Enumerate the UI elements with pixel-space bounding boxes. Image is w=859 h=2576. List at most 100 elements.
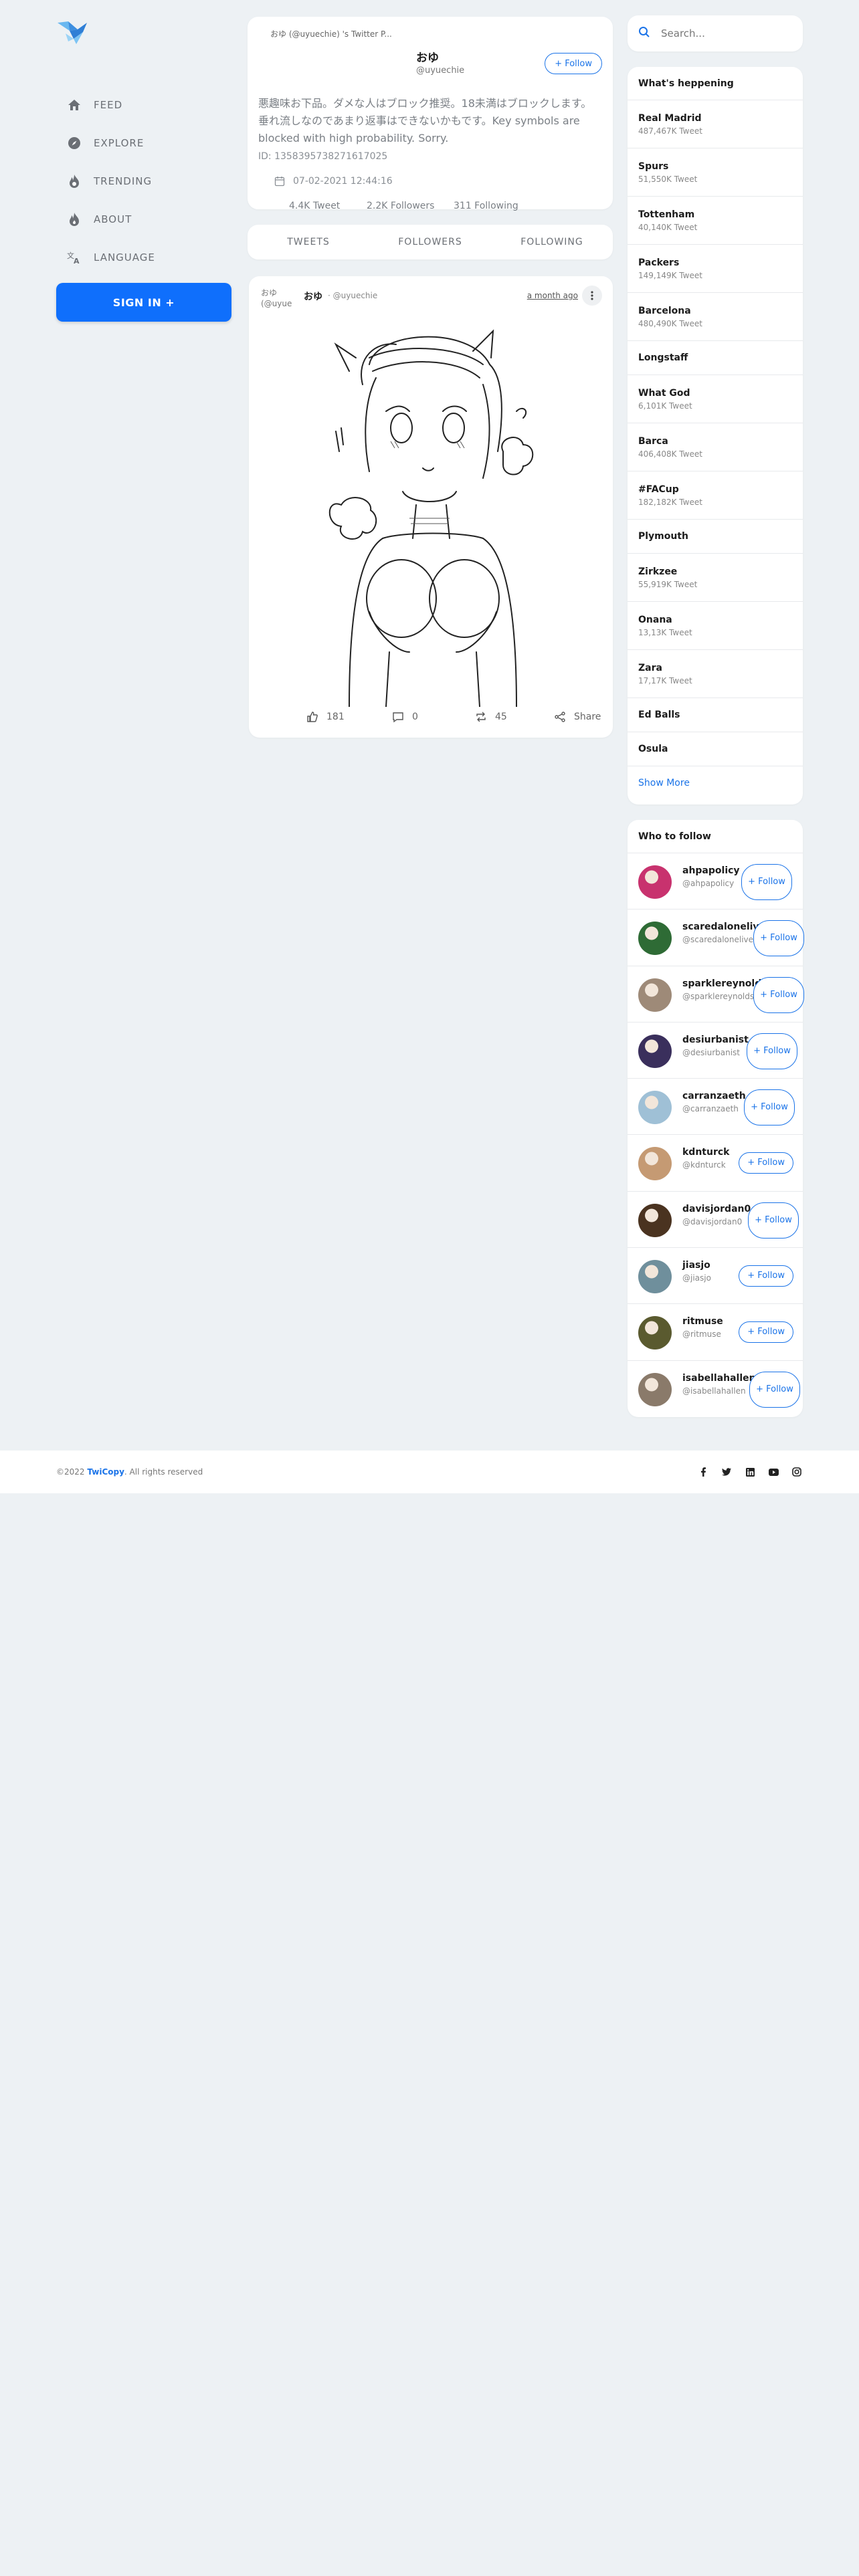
- nav-item-explore[interactable]: EXPLORE: [67, 124, 227, 162]
- who-list: ahpapolicy @ahpapolicy + Follow scaredalone…: [628, 853, 804, 1417]
- tweet-timestamp[interactable]: a month ago: [527, 291, 578, 300]
- follow-button[interactable]: + Follow: [753, 976, 804, 1013]
- calendar-icon: [274, 176, 285, 187]
- nav-item-language[interactable]: 文A LANGUAGE: [67, 238, 227, 276]
- trend-item[interactable]: Longstaff: [628, 341, 803, 375]
- trend-item[interactable]: Barcelona 480,490K Tweet: [628, 293, 803, 341]
- follow-button[interactable]: + Follow: [744, 1089, 795, 1126]
- youtube-icon[interactable]: [767, 1466, 779, 1478]
- share-label: Share: [574, 712, 601, 722]
- trend-item[interactable]: Zara 17,17K Tweet: [628, 650, 803, 698]
- tab-followers[interactable]: FOLLOWERS: [369, 225, 491, 259]
- trend-name: Packers: [638, 257, 680, 268]
- nav-label-explore: EXPLORE: [94, 136, 145, 149]
- avatar[interactable]: [638, 1203, 672, 1237]
- profile-bio: 悪趣味お下品。ダメな人はブロック推奨。18未満はブロックします。 垂れ流しなので…: [258, 97, 592, 144]
- follow-button[interactable]: + Follow: [748, 1202, 799, 1239]
- trend-item[interactable]: Tottenham 40,140K Tweet: [628, 197, 803, 245]
- follow-button[interactable]: + Follow: [739, 1321, 793, 1344]
- avatar[interactable]: [638, 1147, 672, 1181]
- follow-button[interactable]: + Follow: [747, 1033, 797, 1069]
- trend-item[interactable]: Zirkzee 55,919K Tweet: [628, 554, 803, 602]
- followers-count[interactable]: 2.2K Followers: [367, 201, 434, 211]
- trend-name: Plymouth: [638, 531, 689, 542]
- avatar[interactable]: [638, 1316, 672, 1350]
- trend-item[interactable]: #FACup 182,182K Tweet: [628, 471, 803, 520]
- avatar[interactable]: [638, 978, 672, 1012]
- follow-suggestion: jiasjo @jiasjo + Follow: [628, 1248, 803, 1305]
- search-box[interactable]: Search...: [628, 15, 803, 51]
- trend-count: 13,13K Tweet: [638, 627, 692, 637]
- suggestion-handle: @ahpapolicy: [682, 879, 735, 888]
- suggestion-name[interactable]: scaredalonelive: [682, 922, 765, 932]
- follow-suggestion: ahpapolicy @ahpapolicy + Follow: [628, 853, 803, 910]
- trend-count: 6,101K Tweet: [638, 401, 692, 411]
- trend-item[interactable]: Onana 13,13K Tweet: [628, 602, 803, 650]
- nav-item-feed[interactable]: FEED: [67, 86, 227, 124]
- tweet-author-name[interactable]: おゆ: [304, 290, 322, 303]
- follow-button[interactable]: + Follow: [739, 1265, 793, 1287]
- following-count[interactable]: 311 Following: [454, 201, 518, 211]
- follow-suggestion: ritmuse @ritmuse + Follow: [628, 1304, 803, 1361]
- suggestion-name[interactable]: isabellahallen: [682, 1373, 756, 1384]
- avatar[interactable]: [638, 865, 672, 899]
- tab-following[interactable]: FOLLOWING: [491, 225, 613, 259]
- comment-icon: [393, 712, 403, 723]
- linkedin-icon[interactable]: [744, 1466, 756, 1478]
- avatar[interactable]: [638, 1260, 672, 1294]
- trend-count: 17,17K Tweet: [638, 675, 692, 685]
- follow-button[interactable]: + Follow: [739, 1152, 793, 1174]
- suggestion-handle: @desiurbanist: [682, 1047, 740, 1057]
- show-more-link[interactable]: Show More: [628, 766, 803, 800]
- tweet-count[interactable]: 4.4K Tweet: [289, 201, 340, 211]
- profile-follow-button[interactable]: + Follow: [545, 53, 602, 74]
- nav-item-about[interactable]: ABOUT: [67, 200, 227, 238]
- instagram-icon[interactable]: [791, 1466, 803, 1478]
- retweet-button[interactable]: 45: [475, 711, 507, 723]
- more-options-icon[interactable]: [582, 286, 602, 306]
- comment-button[interactable]: 0: [392, 711, 418, 723]
- avatar[interactable]: [638, 1372, 672, 1406]
- retweet-icon: [476, 712, 486, 722]
- follow-button[interactable]: + Follow: [741, 864, 792, 900]
- suggestion-handle: @isabellahallen: [682, 1386, 746, 1396]
- tab-tweets[interactable]: TWEETS: [248, 225, 369, 259]
- nav-label-about: ABOUT: [94, 213, 132, 225]
- nav-item-trending[interactable]: TRENDING: [67, 162, 227, 200]
- trend-item[interactable]: Real Madrid 487,467K Tweet: [628, 100, 803, 148]
- follow-suggestion: sparklereynolds @sparklereynolds + Follow: [628, 966, 804, 1023]
- suggestion-name[interactable]: davisjordan0: [682, 1204, 751, 1214]
- share-button[interactable]: Share: [554, 711, 601, 723]
- trend-item[interactable]: Barca 406,408K Tweet: [628, 423, 803, 471]
- sign-in-button[interactable]: SIGN IN +: [56, 283, 231, 322]
- trend-list: Real Madrid 487,467K Tweet Spurs 51,550K Tw…: [628, 100, 803, 766]
- twitter-icon[interactable]: [721, 1466, 733, 1478]
- trend-item[interactable]: What God 6,101K Tweet: [628, 375, 803, 423]
- suggestion-name[interactable]: jiasjo: [682, 1260, 710, 1271]
- suggestion-name[interactable]: ritmuse: [682, 1316, 723, 1327]
- search-input[interactable]: Search...: [661, 27, 705, 39]
- avatar[interactable]: [638, 922, 672, 956]
- trend-item[interactable]: Plymouth: [628, 520, 803, 554]
- who-to-follow-title: Who to follow: [628, 820, 803, 853]
- suggestion-name[interactable]: ahpapolicy: [682, 865, 740, 876]
- facebook-icon[interactable]: [697, 1466, 709, 1478]
- trend-item[interactable]: Spurs 51,550K Tweet: [628, 148, 803, 197]
- trend-item[interactable]: Packers 149,149K Tweet: [628, 245, 803, 293]
- suggestion-name[interactable]: kdnturck: [682, 1147, 729, 1158]
- tweet-image[interactable]: [322, 318, 541, 708]
- like-button[interactable]: 181: [306, 711, 345, 723]
- tweet-avatar[interactable]: おゆ (@uyue: [261, 288, 298, 321]
- suggestion-name[interactable]: desiurbanist: [682, 1035, 749, 1045]
- suggestion-handle: @kdnturck: [682, 1160, 726, 1170]
- follow-button[interactable]: + Follow: [753, 920, 804, 957]
- trend-item[interactable]: Osula: [628, 732, 803, 766]
- bird-logo-icon[interactable]: [56, 19, 90, 48]
- suggestion-name[interactable]: carranzaeth: [682, 1091, 746, 1101]
- avatar[interactable]: [638, 1034, 672, 1068]
- avatar[interactable]: [638, 1091, 672, 1125]
- brand-link[interactable]: TwiCopy: [87, 1467, 124, 1477]
- follow-button[interactable]: + Follow: [749, 1371, 800, 1408]
- suggestion-handle: @ritmuse: [682, 1329, 721, 1339]
- trend-item[interactable]: Ed Balls: [628, 698, 803, 732]
